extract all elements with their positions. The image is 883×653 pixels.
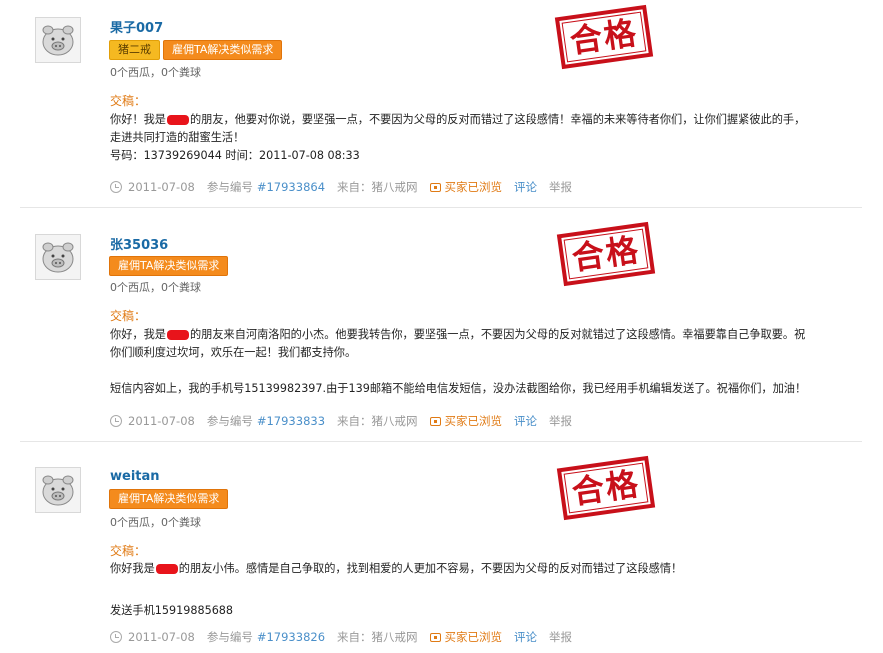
hire-button[interactable]: 雇佣TA解决类似需求 bbox=[109, 489, 229, 509]
avatar[interactable] bbox=[35, 234, 81, 280]
qualified-stamp: 合格 bbox=[556, 455, 656, 521]
id-label: 参与编号 bbox=[206, 630, 253, 644]
body-line: 你好，我是 的朋友来自河南洛阳的小杰。他要我转告你，要坚强一点，不要因为父母的反对… bbox=[110, 326, 860, 344]
redaction-mark bbox=[155, 564, 178, 574]
submit-date: 2011-07-08 bbox=[128, 180, 195, 194]
submit-date: 2011-07-08 bbox=[128, 630, 195, 644]
pig-avatar-icon bbox=[42, 25, 74, 56]
body-line: 短信内容如上，我的手机号15139982397.由于139邮箱不能给电信发短信，… bbox=[110, 382, 807, 395]
qualified-stamp: 合格 bbox=[554, 4, 654, 70]
eye-icon bbox=[429, 416, 441, 426]
body-line bbox=[110, 362, 860, 380]
submit-date: 2011-07-08 bbox=[128, 414, 195, 428]
body-line: 你好！我是 的朋友，他要对你说，要坚强一点，不要因为父母的反对而错过了这段感情！幸… bbox=[110, 111, 860, 129]
stats-text: 0个西瓜，0个粪球 bbox=[110, 281, 201, 294]
id-label: 参与编号 bbox=[206, 180, 253, 194]
comment-link[interactable]: 评论 bbox=[514, 179, 537, 195]
buyer-browsed-status: 买家已浏览 bbox=[444, 630, 503, 644]
body-text-segment: 你好我是 bbox=[110, 562, 155, 575]
meta-row: 2011-07-08 参与编号 #17933864 来自：猪八戒网 买家已浏览 … bbox=[110, 179, 584, 195]
submission-body: 你好！我是 的朋友，他要对你说，要坚强一点，不要因为父母的反对而错过了这段感情！幸… bbox=[110, 111, 860, 165]
eye-icon bbox=[429, 632, 441, 642]
report-link[interactable]: 举报 bbox=[549, 179, 572, 195]
hire-button[interactable]: 雇佣TA解决类似需求 bbox=[109, 256, 229, 276]
body-text-segment: 的朋友小伟。感情是自己争取的，找到相爱的人更加不容易，不要因为父母的反对而错过了… bbox=[178, 562, 683, 575]
username[interactable]: 果子007 bbox=[110, 17, 163, 36]
source-text: 来自：猪八戒网 bbox=[337, 180, 418, 194]
report-link[interactable]: 举报 bbox=[549, 413, 572, 429]
body-text-segment: 你好！我是 bbox=[110, 113, 166, 126]
clock-icon bbox=[110, 181, 122, 193]
id-label: 参与编号 bbox=[206, 414, 253, 428]
avatar[interactable] bbox=[35, 17, 81, 63]
body-text-segment: 的朋友，他要对你说，要坚强一点，不要因为父母的反对而错过了这段感情！幸福的未来等… bbox=[189, 113, 806, 126]
submission-label: 交稿： bbox=[110, 94, 147, 108]
clock-icon bbox=[110, 415, 122, 427]
username[interactable]: 张35036 bbox=[110, 234, 168, 253]
qualified-stamp: 合格 bbox=[556, 221, 656, 287]
pig-avatar-icon bbox=[42, 242, 74, 273]
submission-label: 交稿： bbox=[110, 309, 147, 323]
source-text: 来自：猪八戒网 bbox=[337, 630, 418, 644]
clock-icon bbox=[110, 631, 122, 643]
body-line: 发送手机15919885688 bbox=[110, 604, 234, 617]
comment-link[interactable]: 评论 bbox=[514, 413, 537, 429]
level-badge[interactable]: 猪二戒 bbox=[109, 40, 160, 60]
badge-row: 雇佣TA解决类似需求 bbox=[109, 489, 229, 509]
buyer-browsed-status: 买家已浏览 bbox=[444, 180, 503, 194]
submission-id-link[interactable]: #17933864 bbox=[257, 180, 325, 194]
body-line: 你们顺利度过坎坷，欢乐在一起！我们都支持你。 bbox=[110, 346, 357, 359]
hire-button[interactable]: 雇佣TA解决类似需求 bbox=[163, 40, 283, 60]
report-link[interactable]: 举报 bbox=[549, 629, 572, 645]
avatar[interactable] bbox=[35, 467, 81, 513]
body-line: 走进共同打造的甜蜜生活！ bbox=[110, 131, 245, 144]
source-text: 来自：猪八戒网 bbox=[337, 414, 418, 428]
submission-label: 交稿： bbox=[110, 544, 147, 558]
submission-entry-3: weitan 雇佣TA解决类似需求 0个西瓜，0个粪球 交稿： 你好我是 的朋友小… bbox=[0, 442, 883, 653]
badge-row: 猪二戒 雇佣TA解决类似需求 bbox=[109, 40, 283, 60]
submission-id-link[interactable]: #17933826 bbox=[257, 630, 325, 644]
submission-body: 你好我是 的朋友小伟。感情是自己争取的，找到相爱的人更加不容易，不要因为父母的反对… bbox=[110, 560, 860, 620]
body-line bbox=[110, 578, 860, 596]
stats-text: 0个西瓜，0个粪球 bbox=[110, 516, 201, 529]
submission-entry-2: 张35036 雇佣TA解决类似需求 0个西瓜，0个粪球 交稿： 你好，我是 的朋友… bbox=[0, 208, 883, 441]
redaction-mark bbox=[166, 115, 189, 125]
stats-text: 0个西瓜，0个粪球 bbox=[110, 66, 201, 79]
username[interactable]: weitan bbox=[110, 469, 160, 484]
body-text-segment: 你好，我是 bbox=[110, 328, 166, 341]
buyer-browsed-status: 买家已浏览 bbox=[444, 414, 503, 428]
comment-link[interactable]: 评论 bbox=[514, 629, 537, 645]
pig-avatar-icon bbox=[42, 475, 74, 506]
submission-entry-1: 果子007 猪二戒 雇佣TA解决类似需求 0个西瓜，0个粪球 交稿： 你好！我是… bbox=[0, 0, 883, 207]
badge-row: 雇佣TA解决类似需求 bbox=[109, 256, 229, 276]
body-line: 你好我是 的朋友小伟。感情是自己争取的，找到相爱的人更加不容易，不要因为父母的反对… bbox=[110, 560, 860, 578]
redaction-mark bbox=[166, 330, 189, 340]
submission-id-link[interactable]: #17933833 bbox=[257, 414, 325, 428]
meta-row: 2011-07-08 参与编号 #17933833 来自：猪八戒网 买家已浏览 … bbox=[110, 413, 584, 429]
body-line: 号码：13739269044 时间：2011-07-08 08:33 bbox=[110, 149, 360, 162]
submission-body: 你好，我是 的朋友来自河南洛阳的小杰。他要我转告你，要坚强一点，不要因为父母的反对… bbox=[110, 326, 860, 398]
body-text-segment: 的朋友来自河南洛阳的小杰。他要我转告你，要坚强一点，不要因为父母的反对就错过了这… bbox=[189, 328, 806, 341]
eye-icon bbox=[429, 182, 441, 192]
meta-row: 2011-07-08 参与编号 #17933826 来自：猪八戒网 买家已浏览 … bbox=[110, 629, 584, 645]
